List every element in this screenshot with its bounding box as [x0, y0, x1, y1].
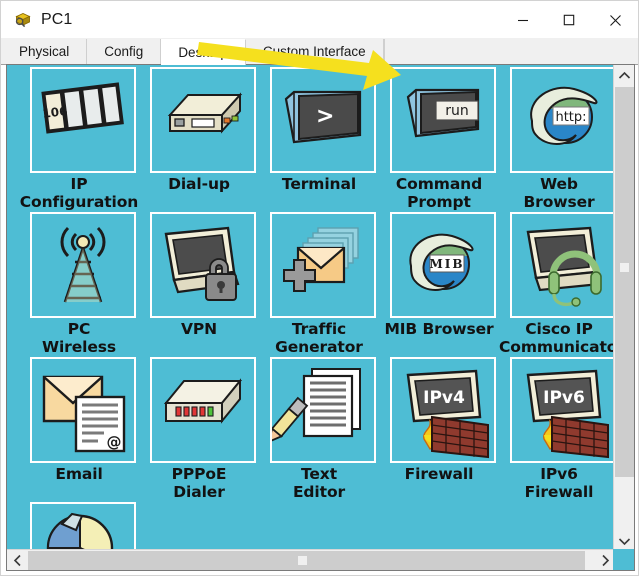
traffic-generator-icon	[270, 212, 376, 318]
horizontal-scroll-thumb[interactable]	[28, 551, 585, 570]
desktop-item-label: Terminal	[281, 175, 357, 193]
scrollbar-corner	[613, 549, 634, 570]
tab-desktop-label: Desktop	[178, 45, 228, 60]
desktop-scroll-viewport: 106 IP Configuration Dial-up > Terminal …	[7, 65, 615, 551]
mib-browser-icon: MIB	[390, 212, 496, 318]
desktop-item-label: Command Prompt	[395, 175, 483, 211]
desktop-item-web-browser[interactable]: http: Web Browser	[499, 67, 615, 212]
desktop-item-pc-wireless[interactable]: PC Wireless	[19, 212, 139, 357]
desktop-item-terminal[interactable]: > Terminal	[259, 67, 379, 212]
tab-desktop[interactable]: Desktop	[161, 39, 246, 65]
horizontal-thumb-grip	[298, 556, 307, 565]
desktop-item-label: IP Configuration	[19, 175, 139, 211]
title-bar: PC1	[1, 1, 638, 39]
desktop-item-label: Firewall	[404, 465, 474, 483]
ipv6-firewall-badge-text: IPv6	[543, 388, 585, 408]
tab-custom-interface[interactable]: Custom Interface	[245, 39, 384, 64]
desktop-item-firewall[interactable]: IPv4 Firewall	[379, 357, 499, 502]
desktop-item-label: Web Browser	[523, 175, 595, 211]
close-button[interactable]	[592, 1, 638, 39]
web-browser-icon: http:	[510, 67, 615, 173]
ipv6-firewall-icon: IPv6	[510, 357, 615, 463]
desktop-item-label: PC Wireless	[41, 320, 117, 356]
packet-tracer-icon	[14, 11, 32, 29]
desktop-item-partial-row[interactable]	[19, 502, 139, 551]
scroll-up-button[interactable]	[614, 65, 634, 85]
desktop-item-traffic-generator[interactable]: Traffic Generator	[259, 212, 379, 357]
pppoe-dialer-icon	[150, 357, 256, 463]
window-title: PC1	[41, 10, 73, 28]
tab-custom-interface-label: Custom Interface	[262, 44, 366, 59]
desktop-item-label: PPPoE Dialer	[171, 465, 227, 501]
pc-wireless-icon	[30, 212, 136, 318]
desktop-item-vpn[interactable]: VPN	[139, 212, 259, 357]
desktop-item-mib-browser[interactable]: MIB MIB Browser	[379, 212, 499, 357]
firewall-icon: IPv4	[390, 357, 496, 463]
desktop-item-pppoe-dialer[interactable]: PPPoE Dialer	[139, 357, 259, 502]
desktop-item-label: Traffic Generator	[275, 320, 363, 356]
email-icon: @	[30, 357, 136, 463]
desktop-item-dial-up[interactable]: Dial-up	[139, 67, 259, 212]
desktop-panel: 106 IP Configuration Dial-up > Terminal …	[6, 64, 635, 571]
tab-physical[interactable]: Physical	[2, 39, 88, 64]
cisco-ip-communicator-icon	[510, 212, 615, 318]
desktop-item-email[interactable]: @ Email	[19, 357, 139, 502]
desktop-item-label: IPv6 Firewall	[524, 465, 594, 501]
tab-config[interactable]: Config	[87, 39, 162, 64]
vertical-scroll-thumb[interactable]	[615, 87, 634, 477]
window-controls	[500, 1, 638, 39]
desktop-item-label: Dial-up	[168, 175, 230, 193]
tab-physical-label: Physical	[19, 44, 70, 59]
desktop-item-ip-configuration[interactable]: 106 IP Configuration	[19, 67, 139, 212]
desktop-item-cisco-ip-communicator[interactable]: Cisco IP Communicator	[499, 212, 615, 357]
maximize-button[interactable]	[546, 1, 592, 39]
scroll-right-button[interactable]	[595, 550, 615, 570]
vertical-scrollbar[interactable]	[613, 65, 634, 551]
mib-badge-text: MIB	[429, 257, 464, 271]
vertical-scroll-track[interactable]	[614, 85, 634, 531]
desktop-item-command-prompt[interactable]: run Command Prompt	[379, 67, 499, 212]
minimize-button[interactable]	[500, 1, 546, 39]
dial-up-icon	[150, 67, 256, 173]
command-prompt-icon: run	[390, 67, 496, 173]
firewall-badge-text: IPv4	[423, 388, 465, 408]
desktop-item-text-editor[interactable]: Text Editor	[259, 357, 379, 502]
tab-bar: Physical Config Desktop Custom Interface	[1, 39, 638, 65]
pie-chart-icon	[30, 502, 136, 551]
scroll-left-button[interactable]	[7, 550, 27, 570]
desktop-item-label: Email	[55, 465, 103, 483]
ip-configuration-icon: 106	[30, 67, 136, 173]
tab-config-label: Config	[104, 44, 144, 59]
horizontal-scrollbar[interactable]	[7, 549, 615, 570]
desktop-item-label: Cisco IP Communicator	[499, 320, 615, 356]
vertical-thumb-grip	[620, 263, 629, 272]
vpn-icon	[150, 212, 256, 318]
web-browser-badge-text: http:	[555, 110, 586, 125]
scroll-down-button[interactable]	[614, 531, 634, 551]
terminal-prompt-glyph: >	[316, 104, 334, 129]
tab-bar-filler	[383, 39, 638, 64]
pc1-window: PC1 Physical Config Desktop Custom Inter…	[0, 0, 639, 576]
terminal-icon: >	[270, 67, 376, 173]
email-badge-text: @	[107, 433, 122, 451]
desktop-item-label: Text Editor	[292, 465, 346, 501]
desktop-item-label: MIB Browser	[384, 320, 494, 338]
desktop-item-ipv6-firewall[interactable]: IPv6 IPv6 Firewall	[499, 357, 615, 502]
desktop-item-label: VPN	[180, 320, 218, 338]
command-prompt-tooltip-text: run	[445, 103, 469, 119]
text-editor-icon	[270, 357, 376, 463]
